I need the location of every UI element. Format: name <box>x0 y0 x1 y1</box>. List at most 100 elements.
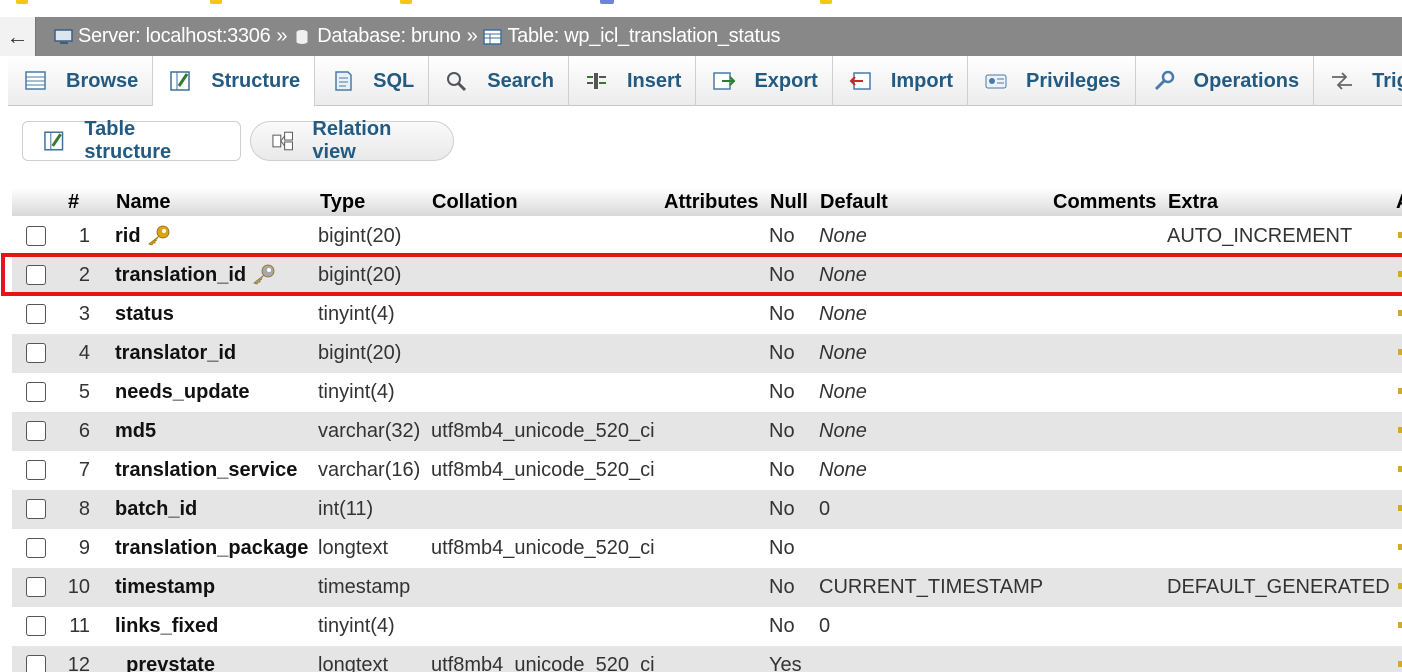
cell-type: tinyint(4) <box>318 303 395 326</box>
tab-browse[interactable]: Browse <box>8 56 154 106</box>
row-action-icon[interactable] <box>1398 271 1402 277</box>
cell-name[interactable]: translation_service <box>115 459 297 482</box>
header-extra[interactable]: Extra <box>1168 191 1218 214</box>
row-action-icon[interactable] <box>1398 310 1402 316</box>
row-action-icon[interactable] <box>1398 427 1402 433</box>
cell-num: 12 <box>12 654 90 672</box>
back-arrow-button[interactable]: ← <box>0 17 36 56</box>
header-comments[interactable]: Comments <box>1053 191 1156 214</box>
cell-name[interactable]: batch_id <box>115 498 197 521</box>
tab-label: Export <box>754 69 818 92</box>
table-row[interactable]: 12 _prevstate longtext utf8mb4_unicode_520_… <box>12 646 1402 672</box>
cell-name[interactable]: translator_id <box>115 342 236 365</box>
browse-icon <box>24 70 48 92</box>
cell-name[interactable]: status <box>115 303 174 326</box>
row-action-icon[interactable] <box>1398 661 1402 667</box>
cell-collation-text: utf8mb4_unicode_520_ci <box>431 654 655 672</box>
row-action-icon[interactable] <box>1398 466 1402 472</box>
relation-view-button[interactable]: Relation view <box>250 118 454 163</box>
cell-default-text: None <box>819 381 867 403</box>
cell-type-text: bigint(20) <box>318 225 402 247</box>
table-row[interactable]: 5 needs_update tinyint(4) No None <box>12 373 1402 412</box>
cell-name[interactable]: md5 <box>115 420 156 443</box>
cell-name-text: translation_service <box>115 459 298 481</box>
cell-name-text: needs_update <box>115 381 250 403</box>
cell-null: No <box>769 615 795 638</box>
structure-icon <box>44 131 64 151</box>
cell-null-text: No <box>769 576 795 598</box>
row-action-icon[interactable] <box>1398 388 1402 394</box>
table-row[interactable]: 2 translation_id bigint(20) No None <box>12 256 1402 295</box>
row-action-icon[interactable] <box>1398 583 1402 589</box>
cell-num: 4 <box>12 342 90 365</box>
table-structure-button[interactable]: Table structure <box>22 118 241 163</box>
sql-icon <box>331 70 355 92</box>
cell-null: No <box>769 225 795 248</box>
tab-search[interactable]: Search <box>429 56 569 106</box>
header-num[interactable]: # <box>68 191 79 214</box>
cell-null-text: No <box>769 498 795 520</box>
table-row[interactable]: 11 links_fixed tinyint(4) No 0 <box>12 607 1402 646</box>
header-null[interactable]: Null <box>770 191 808 214</box>
cell-name[interactable]: _prevstate <box>115 654 215 672</box>
cell-name-text: rid <box>115 225 141 247</box>
breadcrumb-database-link[interactable]: Database: bruno <box>317 25 461 48</box>
relation-view-label: Relation view <box>312 118 392 163</box>
tab-trigge[interactable]: Trigge <box>1314 56 1402 106</box>
cell-name-text: md5 <box>115 420 157 442</box>
cell-type: tinyint(4) <box>318 615 395 638</box>
header-type[interactable]: Type <box>320 191 365 214</box>
tab-privileges[interactable]: Privileges <box>968 56 1136 106</box>
cell-num: 11 <box>12 615 90 638</box>
breadcrumb-server-link[interactable]: Server: localhost:3306 <box>78 25 271 48</box>
row-action-icon[interactable] <box>1398 544 1402 550</box>
cell-default-text: None <box>819 420 867 442</box>
table-row[interactable]: 6 md5 varchar(32) utf8mb4_unicode_520_ci No N… <box>12 412 1402 451</box>
table-row[interactable]: 4 translator_id bigint(20) No None <box>12 334 1402 373</box>
tab-label: Insert <box>627 69 682 92</box>
cell-num: 3 <box>12 303 90 326</box>
table-row[interactable]: 9 translation_package longtext utf8mb4_unic… <box>12 529 1402 568</box>
cell-default: None <box>819 264 867 287</box>
cell-name[interactable]: links_fixed <box>115 615 218 638</box>
row-action-icon[interactable] <box>1398 232 1402 238</box>
cell-type-text: tinyint(4) <box>318 615 395 637</box>
table-row[interactable]: 7 translation_service varchar(16) utf8mb4_u… <box>12 451 1402 490</box>
tab-import[interactable]: Import <box>833 56 969 106</box>
relation-icon <box>272 131 293 151</box>
header-name[interactable]: Name <box>116 191 170 214</box>
header-collation[interactable]: Collation <box>432 191 518 214</box>
cell-num: 10 <box>12 576 90 599</box>
header-default[interactable]: Default <box>820 191 888 214</box>
tab-sql[interactable]: SQL <box>315 56 430 106</box>
header-attributes[interactable]: Attributes <box>664 191 758 214</box>
table-row[interactable]: 1 rid bigint(20) No None AUTO_INCREMENT <box>12 217 1402 256</box>
row-action-icon[interactable] <box>1398 349 1402 355</box>
privileges-icon <box>984 70 1008 92</box>
tab-export[interactable]: Export <box>696 56 833 106</box>
table-row[interactable]: 3 status tinyint(4) No None <box>12 295 1402 334</box>
cell-default: None <box>819 225 867 248</box>
cell-null-text: Yes <box>769 654 802 672</box>
row-action-icon[interactable] <box>1398 622 1402 628</box>
cell-name[interactable]: translation_id <box>115 264 276 287</box>
cell-name[interactable]: needs_update <box>115 381 249 404</box>
cell-num: 2 <box>12 264 90 287</box>
row-action-icon[interactable] <box>1398 505 1402 511</box>
tab-operations[interactable]: Operations <box>1136 56 1315 106</box>
cell-null-text: No <box>769 420 795 442</box>
table-row[interactable]: 8 batch_id int(11) No 0 <box>12 490 1402 529</box>
tab-insert[interactable]: Insert <box>569 56 697 106</box>
breadcrumb-table-link[interactable]: Table: wp_icl_translation_status <box>507 25 780 48</box>
table-row[interactable]: 10 timestamp timestamp No CURRENT_TIMESTAMP D… <box>12 568 1402 607</box>
cell-name[interactable]: translation_package <box>115 537 308 560</box>
cell-type: bigint(20) <box>318 225 401 248</box>
cell-name[interactable]: rid <box>115 225 171 248</box>
cell-type: timestamp <box>318 576 410 599</box>
header-action[interactable]: A <box>1396 191 1402 214</box>
cell-name[interactable]: timestamp <box>115 576 215 599</box>
bookmarks-strip <box>0 0 1402 17</box>
cell-null-text: No <box>769 342 795 364</box>
tab-structure[interactable]: Structure <box>153 56 316 107</box>
index-key-icon <box>250 263 276 285</box>
